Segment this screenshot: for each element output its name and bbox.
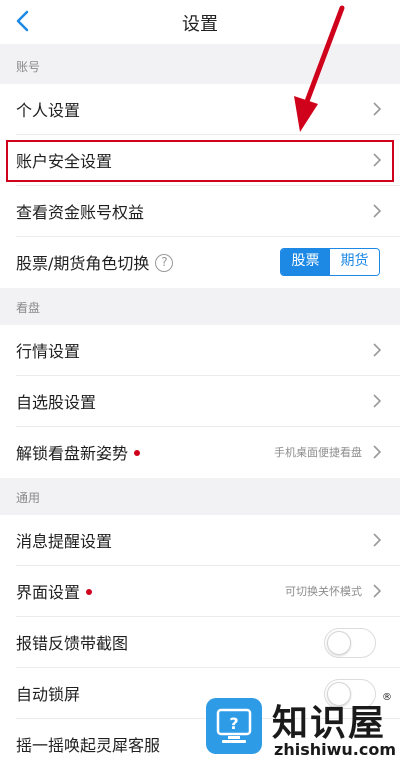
- toggle-knob: [327, 631, 351, 655]
- chevron-right-icon: [373, 102, 382, 116]
- row-hint: 可切换关怀模式: [285, 585, 362, 598]
- unlock-label: 解锁看盘新姿势: [16, 444, 129, 463]
- feedback-toggle[interactable]: [324, 628, 376, 658]
- row-label: 自动锁屏: [16, 685, 81, 704]
- row-hint: 手机桌面便捷看盘: [274, 446, 362, 459]
- row-fund-rights[interactable]: 查看资金账号权益: [0, 186, 400, 237]
- watermark-brand: 知识屋: [272, 703, 387, 744]
- row-label: 行情设置: [16, 342, 81, 361]
- row-role-switch: 股票/期货角色切换? 股票 期货: [0, 237, 400, 288]
- page-title: 设置: [182, 14, 218, 35]
- row-personal-settings[interactable]: 个人设置: [0, 84, 400, 135]
- row-label: 消息提醒设置: [16, 532, 113, 551]
- row-unlock-view[interactable]: 解锁看盘新姿势 手机桌面便捷看盘: [0, 427, 400, 478]
- watermark-registered: ®: [382, 692, 392, 703]
- row-quote-settings[interactable]: 行情设置: [0, 325, 400, 376]
- section-label-general: 通用: [16, 491, 41, 505]
- row-label: 个人设置: [16, 101, 81, 120]
- section-label-account: 账号: [16, 60, 41, 74]
- new-badge-dot: [134, 449, 141, 456]
- row-label: 查看资金账号权益: [16, 203, 145, 222]
- chevron-right-icon: [373, 584, 382, 598]
- top-bar: 设置: [0, 0, 400, 44]
- help-monitor-icon: ?: [206, 698, 262, 754]
- segment-stock[interactable]: 股票: [281, 249, 330, 275]
- svg-text:?: ?: [229, 714, 238, 733]
- chevron-right-icon: [373, 343, 382, 357]
- row-feedback-screenshot: 报错反馈带截图: [0, 617, 400, 668]
- section-label-market: 看盘: [16, 301, 41, 315]
- new-badge-dot: [86, 588, 93, 595]
- row-label: 解锁看盘新姿势: [16, 440, 141, 464]
- watermark-domain: zhishiwu.com: [274, 740, 396, 759]
- role-switch-label: 股票/期货角色切换: [16, 254, 150, 273]
- segment-futures[interactable]: 期货: [330, 249, 379, 275]
- chevron-right-icon: [373, 533, 382, 547]
- row-watchlist-settings[interactable]: 自选股设置: [0, 376, 400, 427]
- role-segmented-control: 股票 期货: [280, 248, 380, 276]
- highlight-box: [6, 140, 394, 182]
- row-label: 股票/期货角色切换?: [16, 250, 174, 274]
- interface-label: 界面设置: [16, 583, 81, 602]
- row-label: 自选股设置: [16, 393, 97, 412]
- row-label: 摇一摇唤起灵犀客服: [16, 736, 161, 755]
- help-icon[interactable]: ?: [155, 253, 174, 272]
- watermark: ? 知识屋 ® zhishiwu.com: [196, 690, 400, 767]
- row-interface-settings[interactable]: 界面设置 可切换关怀模式: [0, 566, 400, 617]
- chevron-right-icon: [373, 445, 382, 459]
- row-label: 界面设置: [16, 579, 93, 603]
- row-reminder-settings[interactable]: 消息提醒设置: [0, 515, 400, 566]
- chevron-right-icon: [373, 204, 382, 218]
- chevron-right-icon: [373, 394, 382, 408]
- row-label: 报错反馈带截图: [16, 634, 129, 653]
